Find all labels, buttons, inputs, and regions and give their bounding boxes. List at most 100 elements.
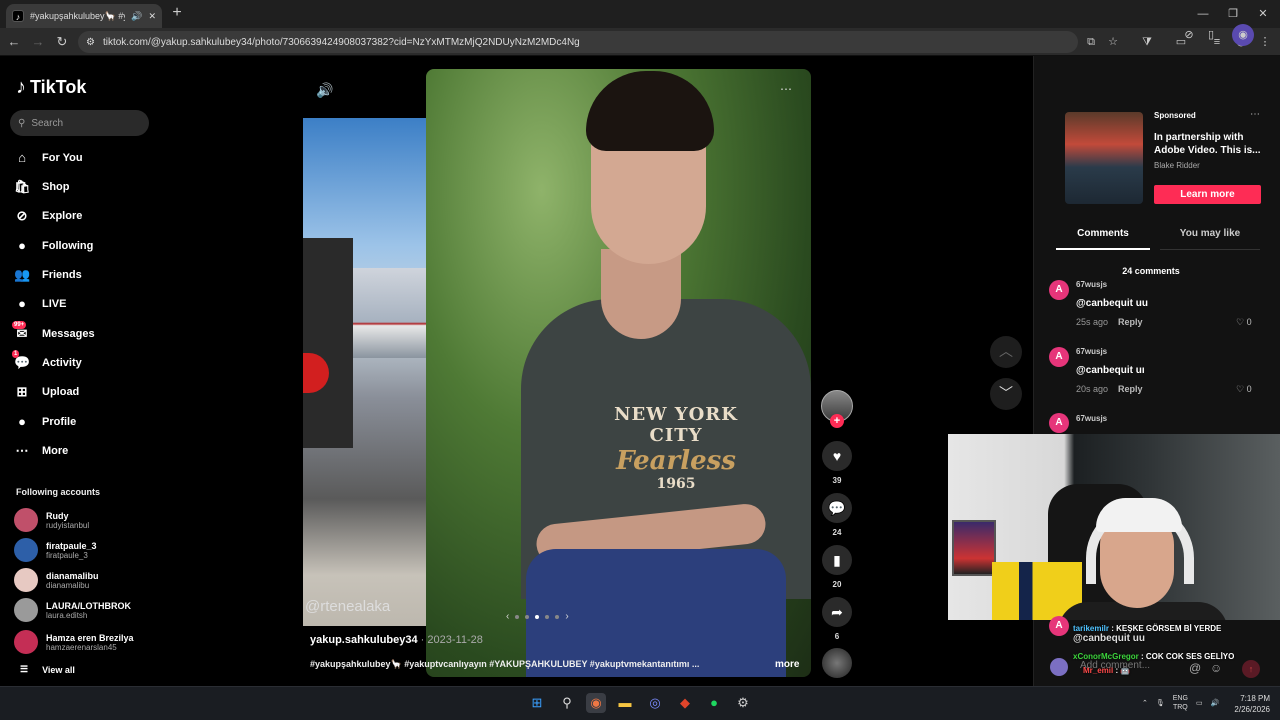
browser-tab[interactable]: ♪ #yakupşahkulubey🦙 #yak 🔊 ✕ bbox=[6, 4, 162, 28]
pager-prev-button[interactable]: ‹ bbox=[506, 611, 509, 622]
new-tab-button[interactable]: + bbox=[168, 4, 186, 24]
pager-dot[interactable] bbox=[515, 614, 520, 619]
restore-button[interactable]: ❐ bbox=[1218, 4, 1248, 24]
sidebar-item-friends[interactable]: 👥 Friends bbox=[14, 267, 82, 283]
forward-icon[interactable]: → bbox=[28, 32, 48, 52]
comment-avatar[interactable]: A bbox=[1049, 616, 1069, 636]
ad-thumbnail[interactable] bbox=[1065, 112, 1143, 204]
mention-icon[interactable]: @ bbox=[1189, 661, 1201, 675]
site-info-icon[interactable]: ⚙ bbox=[86, 37, 95, 48]
pager-dot[interactable] bbox=[555, 614, 560, 619]
pager-dot[interactable] bbox=[545, 614, 550, 619]
tab-comments[interactable]: Comments bbox=[1056, 228, 1150, 250]
next-post-chevron-down-icon[interactable]: ﹀ bbox=[990, 378, 1022, 410]
discord-icon[interactable]: ◎ bbox=[645, 693, 665, 713]
comment-icon[interactable]: 💬 bbox=[822, 493, 852, 523]
bookmark-icon[interactable]: ▮ bbox=[822, 545, 852, 575]
comment-like[interactable]: ♡ 0 bbox=[1236, 384, 1252, 395]
sidebar-item-shop[interactable]: 🛍 Shop bbox=[14, 179, 70, 195]
user-avatar[interactable]: ◉ bbox=[1232, 24, 1254, 46]
tray-chevron-icon[interactable]: ⌃ bbox=[1142, 699, 1148, 707]
steam-icon[interactable]: ⚙ bbox=[733, 693, 753, 713]
sidebar-item-activity[interactable]: 💬 1 Activity bbox=[12, 350, 82, 371]
device-icon[interactable]: ▯ bbox=[1200, 24, 1222, 46]
ad-text[interactable]: In partnership with Adobe Video. This is… bbox=[1154, 131, 1266, 157]
add-comment-input[interactable]: Add comment... bbox=[1080, 660, 1150, 671]
sidebar-item-more[interactable]: ⋯ More bbox=[14, 443, 69, 459]
reply-button[interactable]: Reply bbox=[1118, 317, 1143, 327]
following-account[interactable]: firatpaule_3 firatpaule_3 bbox=[14, 538, 97, 562]
clock[interactable]: 7:18 PM 2/26/2026 bbox=[1228, 693, 1270, 715]
post-photo[interactable]: NEW YORK CITY Fearless 1965 bbox=[426, 69, 811, 677]
prev-post-chevron-up-icon[interactable]: ︿ bbox=[990, 336, 1022, 368]
app-badge-icon[interactable]: ◆ bbox=[675, 693, 695, 713]
pager-next-button[interactable]: › bbox=[565, 611, 568, 622]
comment-avatar[interactable]: A bbox=[1049, 280, 1069, 300]
sidebar-item-explore[interactable]: ⊘ Explore bbox=[14, 208, 83, 224]
browser-menu-icon[interactable]: ⋮ bbox=[1256, 33, 1274, 51]
following-account[interactable]: LAURA/LOTHBROK laura.editsh bbox=[14, 598, 131, 622]
explore-compass-icon[interactable]: ⊘ bbox=[1178, 24, 1200, 46]
volume-tray-icon[interactable]: 🔊 bbox=[1211, 699, 1220, 707]
learn-more-button[interactable]: Learn more bbox=[1154, 185, 1261, 204]
tab-audio-icon[interactable]: 🔊 bbox=[131, 11, 142, 22]
tab-close-icon[interactable]: ✕ bbox=[148, 11, 156, 22]
author-name[interactable]: yakup.sahkulubey34 bbox=[310, 634, 418, 646]
comment-avatar[interactable]: A bbox=[1049, 347, 1069, 367]
comment-like[interactable]: ♡ 0 bbox=[1236, 317, 1252, 328]
tab-you-may-like[interactable]: You may like bbox=[1160, 228, 1260, 250]
reply-button[interactable]: Reply bbox=[1118, 384, 1143, 394]
sidebar-item-label: Shop bbox=[42, 181, 70, 193]
sidebar-item-for-you[interactable]: ⌂ For You bbox=[14, 150, 82, 166]
spotify-icon[interactable]: ● bbox=[704, 693, 724, 713]
back-icon[interactable]: ← bbox=[4, 32, 24, 52]
close-window-button[interactable]: ✕ bbox=[1248, 4, 1278, 24]
sidebar-item-upload[interactable]: ⊞ Upload bbox=[14, 384, 80, 400]
url-field[interactable]: ⚙ tiktok.com/@yakup.sahkulubey34/photo/7… bbox=[78, 31, 1078, 53]
tiktok-logo[interactable]: ♪ TikTok bbox=[16, 76, 86, 99]
bookmark-star-icon[interactable]: ☆ bbox=[1104, 33, 1122, 51]
following-account[interactable]: Rudy rudyistanbul bbox=[14, 508, 89, 532]
volume-icon[interactable]: 🔊 bbox=[316, 82, 333, 99]
comment-avatar[interactable]: A bbox=[1049, 413, 1069, 433]
extensions-icon[interactable]: ⧩ bbox=[1138, 33, 1156, 51]
send-comment-button[interactable]: ↑ bbox=[1242, 660, 1260, 678]
post-date: · 2023-11-28 bbox=[417, 634, 483, 646]
tiktok-favicon-icon: ♪ bbox=[12, 10, 24, 22]
like-heart-icon[interactable]: ♥ bbox=[822, 441, 852, 471]
previous-post-preview[interactable] bbox=[303, 118, 426, 626]
following-accounts-title: Following accounts bbox=[16, 487, 101, 497]
search-taskbar-icon[interactable]: ⚲ bbox=[557, 693, 577, 713]
comment-username[interactable]: 67wusjs bbox=[1076, 347, 1107, 356]
post-options-icon[interactable]: ⋯ bbox=[780, 82, 792, 96]
comment-username[interactable]: 67wusjs bbox=[1076, 280, 1107, 289]
sidebar-item-profile[interactable]: ● Profile bbox=[14, 414, 76, 430]
language-indicator[interactable]: ENG TRQ bbox=[1173, 694, 1188, 712]
caption-more-button[interactable]: more bbox=[775, 659, 799, 670]
following-account[interactable]: dianamalibu dianamalibu bbox=[14, 568, 99, 592]
view-all-button[interactable]: ☰ View all bbox=[20, 664, 75, 675]
minimize-button[interactable]: — bbox=[1188, 4, 1218, 24]
sidebar-item-messages[interactable]: ✉ 99+ Messages bbox=[12, 321, 95, 342]
following-account[interactable]: Hamza eren Brezilya hamzaerenarslan45 bbox=[14, 630, 134, 654]
emoji-icon[interactable]: ☺ bbox=[1210, 661, 1222, 675]
follow-plus-icon[interactable]: + bbox=[830, 414, 844, 428]
network-icon[interactable]: ▭ bbox=[1196, 699, 1203, 707]
sidebar-item-label: Messages bbox=[42, 328, 95, 340]
comment-username[interactable]: 67wusjs bbox=[1076, 414, 1107, 423]
sidebar-item-following[interactable]: ● Following bbox=[14, 238, 93, 254]
music-disc-icon[interactable] bbox=[822, 648, 852, 678]
chat-text: : KEŞKE GÖRSEM Bİ YERDE bbox=[1109, 624, 1222, 633]
file-explorer-icon[interactable]: ▬ bbox=[615, 693, 635, 713]
pager-dot[interactable] bbox=[535, 614, 540, 619]
share-icon[interactable]: ➦ bbox=[822, 597, 852, 627]
install-app-icon[interactable]: ⧉ bbox=[1082, 33, 1100, 51]
windows-start-icon[interactable]: ⊞ bbox=[527, 693, 547, 713]
ad-options-icon[interactable]: ⋯ bbox=[1250, 109, 1260, 120]
sidebar-item-live[interactable]: ● LIVE bbox=[14, 296, 66, 312]
search-input[interactable]: ⚲ Search bbox=[10, 110, 149, 136]
mic-icon[interactable]: 🎙 bbox=[1156, 699, 1165, 707]
reload-icon[interactable]: ↻ bbox=[52, 32, 72, 52]
chrome-taskbar-icon[interactable]: ◉ bbox=[586, 693, 606, 713]
pager-dot[interactable] bbox=[525, 614, 530, 619]
